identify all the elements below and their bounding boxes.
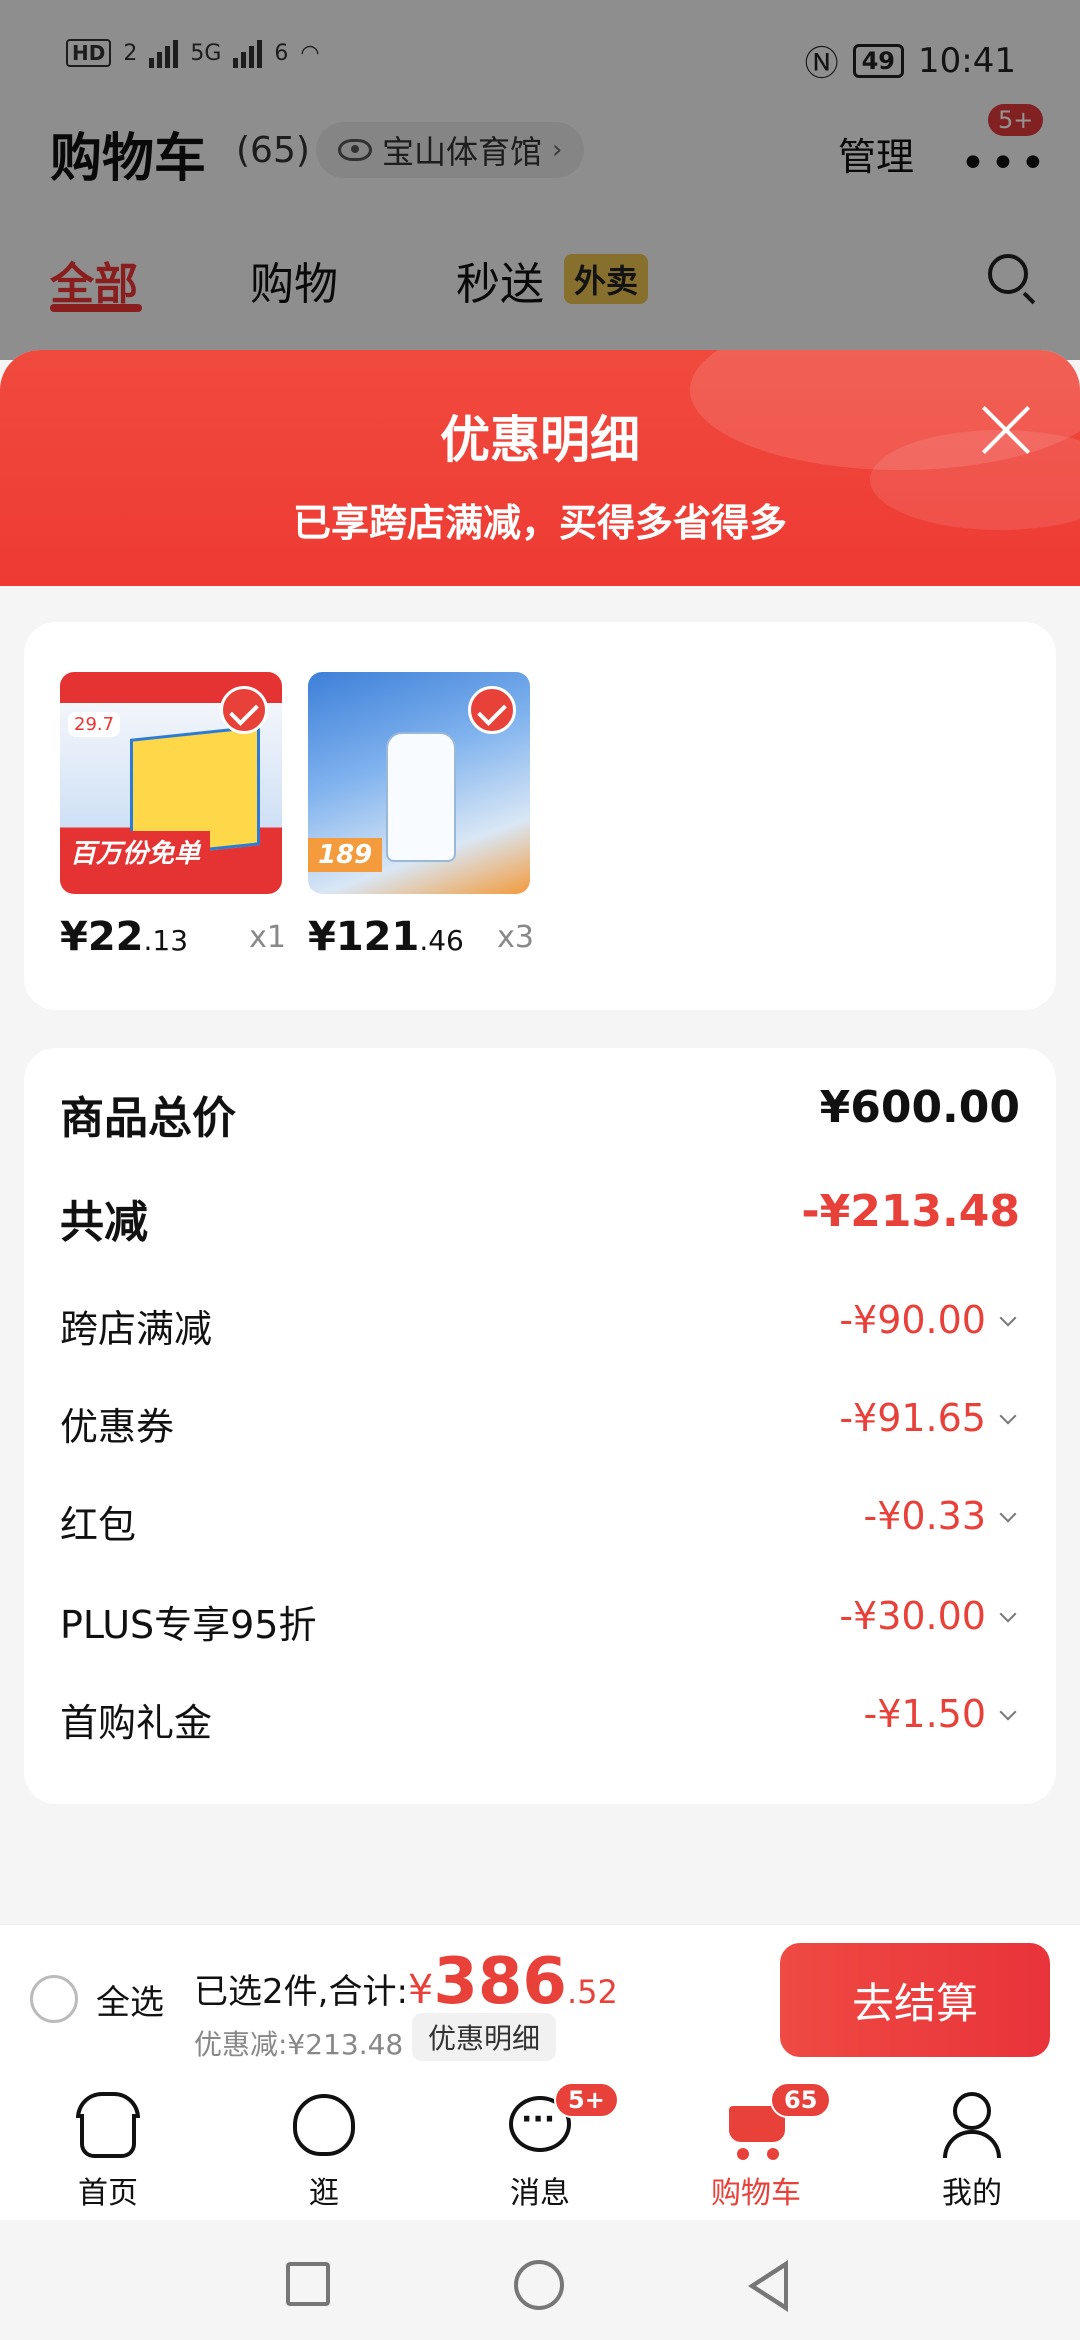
nav-label: 首页 <box>78 2176 138 2211</box>
total-decimal: .52 <box>566 1973 618 2011</box>
product-thumbnail: 189 <box>308 672 530 894</box>
sheet-subtitle: 已享跨店满减，买得多省得多 <box>292 501 787 545</box>
home-button-icon[interactable] <box>514 2260 564 2310</box>
nav-discover[interactable]: 逛 <box>254 2092 394 2212</box>
product-banner: 189 <box>308 838 383 872</box>
select-all-label[interactable]: 全选 <box>96 1975 164 2024</box>
nav-messages[interactable]: 消息 5+ <box>470 2082 619 2212</box>
cart-badge: 65 <box>770 2082 832 2118</box>
total-reduction-value: -¥213.48 <box>801 1186 1020 1237</box>
profile-icon <box>937 2092 1007 2162</box>
discount-detail-button[interactable]: 优惠明细 <box>412 2013 557 2061</box>
back-icon[interactable] <box>748 2260 788 2312</box>
total-reduction-row: 共减 -¥213.48 <box>60 1186 1020 1248</box>
product-item[interactable]: 29.7 百万份免单 ¥22.13 x1 <box>60 672 286 970</box>
system-navigation-bar <box>0 2220 1080 2340</box>
nav-label: 我的 <box>942 2176 1002 2211</box>
discount-value: -¥0.33 <box>863 1494 987 1538</box>
messages-badge: 5+ <box>554 2082 619 2118</box>
discount-label: 红包 <box>60 1503 137 1547</box>
bottom-tab-bar: 首页 逛 消息 5+ 购物车 65 我的 <box>0 2070 1080 2220</box>
product-price-row: ¥22.13 x1 <box>60 910 286 970</box>
discount-value: -¥91.65 <box>839 1396 986 1440</box>
product-price: ¥22.13 <box>60 914 188 960</box>
total-price-value: ¥600.00 <box>819 1082 1020 1133</box>
total-reduction-label: 共减 <box>60 1197 148 1248</box>
checkout-button[interactable]: 去结算 <box>780 1943 1050 2057</box>
total-integer: 386 <box>433 1945 567 2019</box>
discount-breakdown-card: 商品总价 ¥600.00 共减 -¥213.48 跨店满减 -¥90.00 优惠… <box>24 1048 1056 1804</box>
nav-home[interactable]: 首页 <box>38 2092 178 2212</box>
price-integer: ¥121 <box>308 914 420 960</box>
promo-tag: 29.7 <box>68 712 121 737</box>
dim-overlay[interactable] <box>0 0 1080 360</box>
product-price-row: ¥121.46 x3 <box>308 910 534 970</box>
checked-icon[interactable] <box>220 686 268 734</box>
chevron-down-icon <box>999 1605 1017 1623</box>
sheet-header: 优惠明细 已享跨店满减，买得多省得多 <box>0 350 1080 586</box>
recent-apps-icon[interactable] <box>286 2262 330 2306</box>
discount-row-first-purchase[interactable]: 首购礼金 -¥1.50 <box>60 1692 1020 1745</box>
checked-icon[interactable] <box>468 686 516 734</box>
nav-label: 购物车 <box>711 2176 801 2211</box>
nav-label: 消息 <box>510 2176 570 2211</box>
selected-products-card: 29.7 百万份免单 ¥22.13 x1 189 ¥121.46 x3 <box>24 622 1056 1010</box>
price-integer: ¥22 <box>60 914 144 960</box>
select-all-radio[interactable] <box>30 1975 78 2023</box>
discount-label: 跨店满减 <box>60 1307 213 1351</box>
price-decimal: .46 <box>419 924 464 957</box>
nav-label: 逛 <box>309 2176 339 2211</box>
checkout-bar: 全选 已选2件,合计:¥386.52 优惠减:¥213.48 优惠明细 去结算 <box>0 1924 1080 2070</box>
discount-row-red-packet[interactable]: 红包 -¥0.33 <box>60 1494 1020 1547</box>
chevron-down-icon <box>999 1309 1017 1327</box>
discount-row-cross-store[interactable]: 跨店满减 -¥90.00 <box>60 1298 1020 1351</box>
discount-value: -¥30.00 <box>839 1594 986 1638</box>
product-price: ¥121.46 <box>308 914 464 960</box>
product-bottle-image <box>386 732 456 862</box>
discount-row-coupon[interactable]: 优惠券 -¥91.65 <box>60 1396 1020 1449</box>
product-thumbnail: 29.7 百万份免单 <box>60 672 282 894</box>
total-price-label: 商品总价 <box>60 1093 236 1144</box>
discount-value: -¥90.00 <box>839 1298 986 1342</box>
selected-total: 已选2件,合计:¥386.52 <box>194 1945 618 2019</box>
close-icon[interactable] <box>978 402 1034 458</box>
chevron-down-icon <box>999 1407 1017 1425</box>
chevron-down-icon <box>999 1505 1017 1523</box>
product-quantity: x1 <box>249 920 286 955</box>
price-decimal: .13 <box>143 924 189 957</box>
home-icon <box>73 2092 143 2162</box>
total-price-row: 商品总价 ¥600.00 <box>60 1082 1020 1144</box>
total-currency: ¥ <box>407 1967 434 2013</box>
discount-label: PLUS专享95折 <box>60 1603 317 1647</box>
chevron-down-icon <box>999 1703 1017 1721</box>
discount-label: 优惠券 <box>60 1405 175 1449</box>
selected-count-text: 已选2件,合计: <box>194 1972 408 2012</box>
discount-value: -¥1.50 <box>863 1692 987 1736</box>
nav-cart[interactable]: 购物车 65 <box>686 2082 832 2212</box>
discover-icon <box>289 2092 359 2162</box>
sheet-title: 优惠明细 <box>440 411 640 469</box>
product-quantity: x3 <box>497 920 534 955</box>
discount-summary: 优惠减:¥213.48 <box>194 2028 404 2061</box>
discount-row-plus[interactable]: PLUS专享95折 -¥30.00 <box>60 1594 1020 1647</box>
product-banner: 百万份免单 <box>60 831 211 872</box>
discount-label: 首购礼金 <box>60 1701 213 1745</box>
product-item[interactable]: 189 ¥121.46 x3 <box>308 672 534 970</box>
nav-me[interactable]: 我的 <box>902 2092 1042 2212</box>
